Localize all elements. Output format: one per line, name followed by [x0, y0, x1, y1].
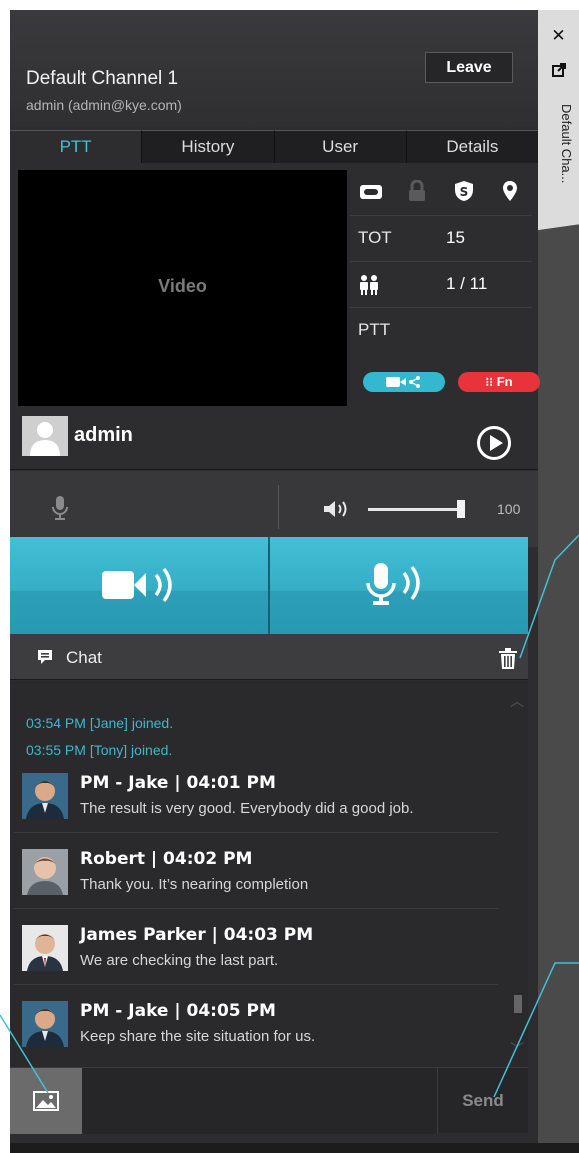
volume-value: 100 — [497, 501, 521, 517]
popout-icon[interactable] — [538, 58, 579, 82]
chat-message: PM - Jake | 04:05 PM Keep share the site… — [14, 989, 498, 1061]
message-text: The result is very good. Everybody did a… — [80, 800, 414, 817]
microphone-icon[interactable] — [52, 495, 68, 525]
security-shield-icon: S — [454, 180, 474, 206]
scroll-down-icon[interactable]: ﹀ — [510, 1039, 524, 1059]
ptt-row: PTT — [350, 308, 532, 354]
message-text: We are checking the last part. — [80, 952, 279, 969]
avatar — [22, 849, 68, 895]
channel-header: Default Channel 1 admin (admin@kye.com) … — [10, 10, 538, 127]
tab-history[interactable]: History — [141, 130, 274, 163]
audio-talk-icon — [366, 563, 420, 605]
tot-label: TOT — [358, 228, 392, 247]
chat-bubble-icon — [36, 648, 54, 670]
close-icon[interactable]: ✕ — [538, 24, 579, 48]
lock-icon — [408, 179, 426, 206]
sender-name: Robert | 04:02 PM — [80, 849, 253, 869]
tot-row: TOT 15 — [350, 216, 532, 262]
chat-scrollbar[interactable]: ︿ ﹀ — [506, 689, 528, 1061]
chat-message: James Parker | 04:03 PM We are checking … — [14, 913, 498, 985]
user-name: admin — [74, 424, 133, 446]
audio-divider — [278, 485, 279, 529]
video-talk-button[interactable] — [10, 537, 270, 634]
side-tab-strip: ✕ Default Cha... — [538, 10, 579, 1143]
video-share-button[interactable] — [363, 372, 445, 392]
leave-button[interactable]: Leave — [425, 52, 513, 83]
speaker-volume-icon[interactable] — [322, 499, 352, 523]
channel-title: Default Channel 1 — [26, 68, 179, 89]
system-message: 03:54 PM [Jane] joined. — [26, 715, 174, 731]
avatar — [22, 416, 68, 456]
svg-text:S: S — [460, 185, 469, 199]
video-label: Video — [158, 276, 207, 296]
chat-header: Chat — [10, 634, 528, 680]
image-icon — [33, 1091, 59, 1111]
chat-composer: Send — [10, 1067, 528, 1134]
chat-title: Chat — [66, 648, 102, 667]
tab-bar: PTT History User Details — [10, 130, 538, 163]
message-text: Thank you. It’s nearing completion — [80, 876, 309, 893]
message-text: Keep share the site situation for us. — [80, 1028, 316, 1045]
audio-controls: 100 — [10, 471, 538, 547]
message-input[interactable] — [84, 1068, 436, 1134]
avatar — [22, 773, 68, 819]
ptt-label: PTT — [358, 320, 391, 339]
image-attach-button[interactable] — [10, 1068, 82, 1134]
send-button[interactable]: Send — [437, 1068, 528, 1134]
trash-icon[interactable] — [498, 648, 518, 674]
sender-name: James Parker | 04:03 PM — [80, 925, 314, 945]
sender-name: PM - Jake | 04:01 PM — [80, 773, 276, 793]
members-icon — [358, 274, 380, 300]
volume-slider-track[interactable] — [368, 508, 460, 511]
tab-details[interactable]: Details — [405, 130, 538, 163]
recorder-icon — [360, 184, 382, 204]
fn-label: Fn — [496, 374, 513, 389]
current-user-row: admin — [10, 410, 538, 470]
fn-grid-icon: ⁝⁝ — [485, 375, 494, 389]
volume-slider-thumb[interactable] — [457, 500, 465, 518]
system-message: 03:55 PM [Tony] joined. — [26, 742, 173, 758]
members-row: 1 / 11 — [350, 262, 532, 308]
video-area[interactable]: Video — [18, 170, 347, 406]
chat-message: PM - Jake | 04:01 PM The result is very … — [14, 761, 498, 833]
avatar — [22, 925, 68, 971]
chat-log[interactable]: 03:54 PM [Jane] joined. 03:55 PM [Tony] … — [10, 681, 528, 1067]
ptt-info-panel: S TOT 15 1 / 11 PTT ⁝⁝ Fn — [350, 170, 540, 406]
play-icon[interactable] — [477, 426, 511, 460]
scroll-thumb[interactable] — [514, 995, 522, 1013]
side-tab-label[interactable]: Default Cha... — [544, 104, 574, 214]
video-talk-icon — [102, 567, 172, 603]
scroll-up-icon[interactable]: ︿ — [510, 691, 524, 711]
fn-button[interactable]: ⁝⁝ Fn — [458, 372, 540, 392]
location-pin-icon — [502, 180, 518, 206]
audio-talk-button[interactable] — [270, 537, 528, 634]
tab-user[interactable]: User — [273, 130, 406, 163]
side-tab-notch — [538, 220, 579, 234]
tab-ptt[interactable]: PTT — [10, 130, 142, 163]
sender-name: PM - Jake | 04:05 PM — [80, 1001, 276, 1021]
tot-value: 15 — [446, 228, 465, 247]
status-icon-row: S — [350, 170, 532, 216]
side-tab[interactable]: ✕ Default Cha... — [538, 10, 579, 220]
channel-user-line: admin (admin@kye.com) — [26, 97, 182, 113]
chat-message: Robert | 04:02 PM Thank you. It’s nearin… — [14, 837, 498, 909]
members-count: 1 / 11 — [446, 274, 488, 293]
avatar — [22, 1001, 68, 1047]
talk-buttons — [10, 537, 528, 634]
